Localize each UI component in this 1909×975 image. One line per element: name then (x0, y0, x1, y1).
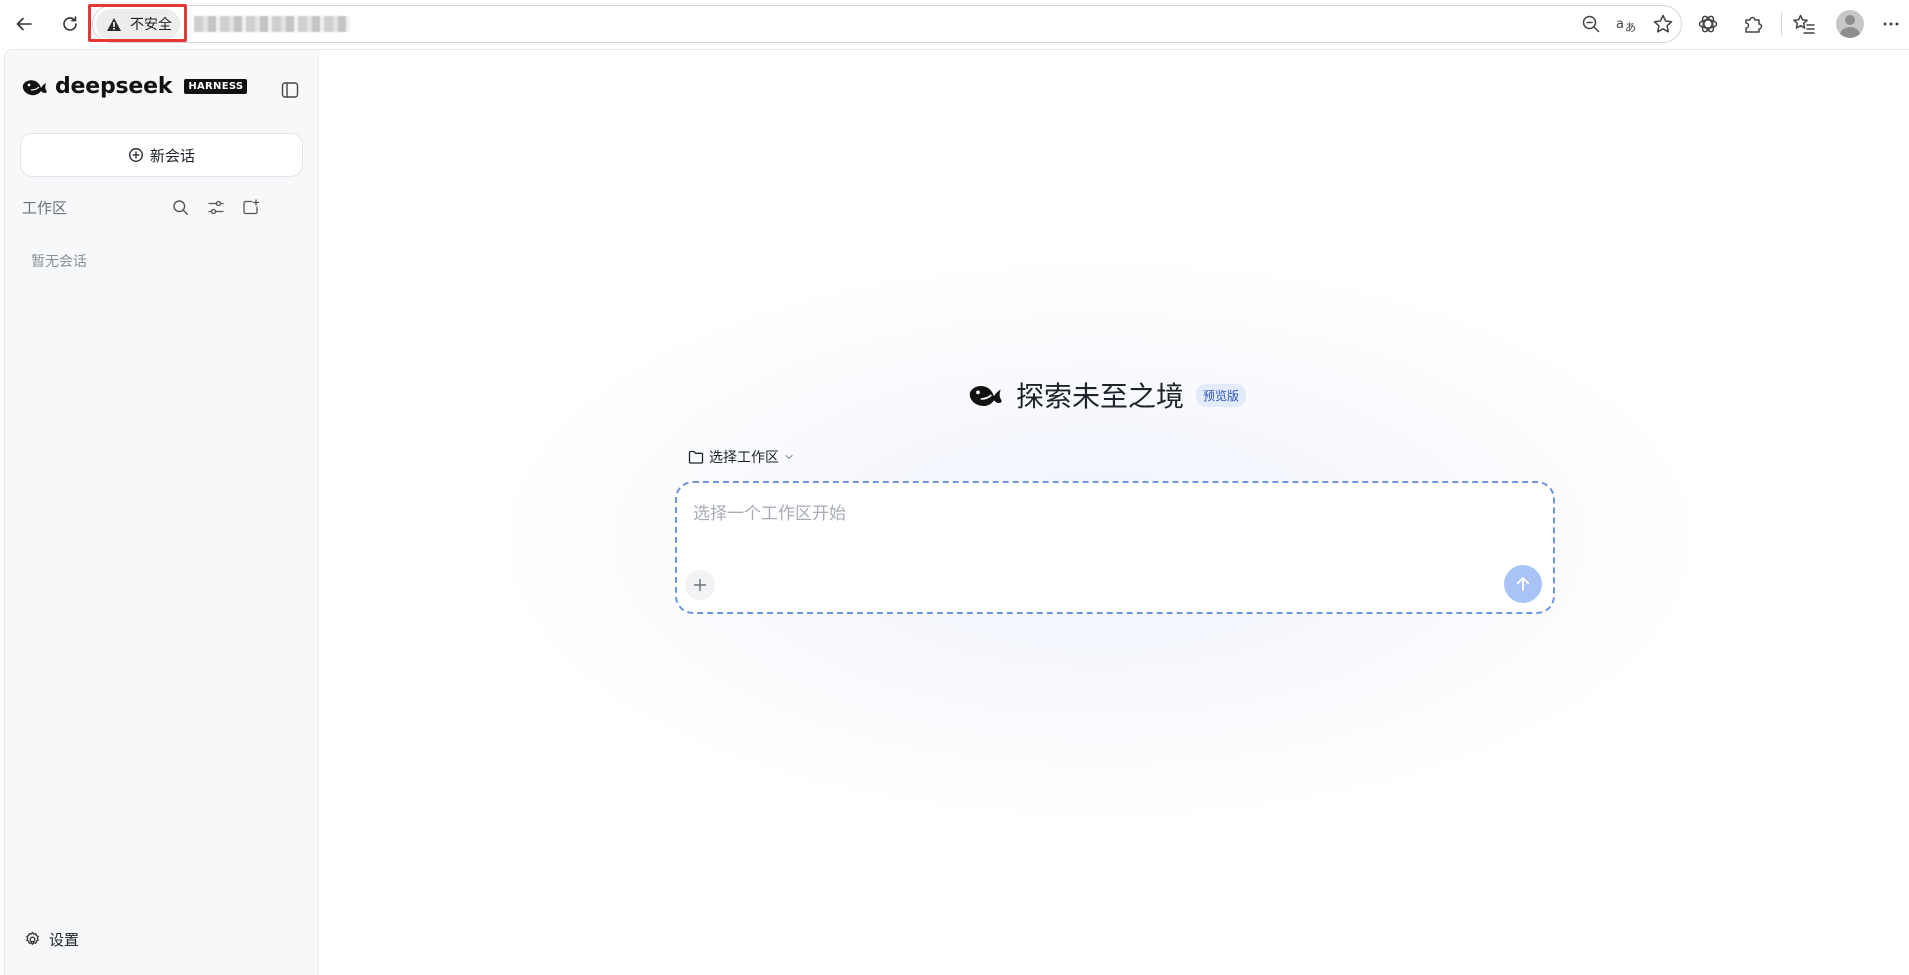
star-icon (1653, 14, 1673, 33)
toolbar-divider (1781, 12, 1782, 36)
arrow-up-icon (1516, 577, 1530, 591)
reload-button[interactable] (55, 9, 85, 39)
filter-button[interactable] (204, 195, 228, 219)
add-workspace-button[interactable] (239, 195, 263, 219)
brand-badge: HARNESS (184, 79, 248, 94)
app-window: deepseek HARNESS 新会话 工作区 暂无会话 设置 探索未至之境 … (4, 49, 1909, 975)
empty-sessions-text: 暂无会话 (31, 254, 87, 270)
settings-label: 设置 (49, 931, 80, 949)
openai-icon (1698, 15, 1718, 33)
message-composer (675, 481, 1555, 614)
hero-heading: 探索未至之境 预览版 (966, 375, 1247, 415)
zoom-button[interactable] (1578, 11, 1604, 37)
brand-name: deepseek (55, 74, 173, 99)
new-chat-label: 新会话 (149, 146, 195, 165)
favorites-button[interactable] (1789, 9, 1819, 39)
sidebar-panel-icon (281, 82, 299, 98)
ai-assistant-button[interactable] (1693, 9, 1723, 39)
whale-logo-icon (969, 385, 1002, 407)
message-input[interactable] (693, 499, 1533, 529)
send-button[interactable] (1504, 565, 1542, 603)
back-arrow-icon (16, 17, 32, 31)
plus-circle-icon (129, 148, 143, 162)
folder-icon (688, 450, 704, 464)
chevron-down-icon (785, 454, 793, 460)
svg-text:a: a (1616, 17, 1624, 32)
back-button[interactable] (9, 9, 39, 39)
puzzle-icon (1745, 16, 1763, 33)
main-panel: 探索未至之境 预览版 选择工作区 (320, 50, 1909, 975)
svg-text:あ: あ (1625, 21, 1636, 34)
preview-badge: 预览版 (1196, 383, 1247, 407)
workspace-select[interactable]: 选择工作区 (688, 447, 794, 467)
browser-toolbar: 不安全 ██████ ███ ████ aあ (0, 0, 1909, 48)
sliders-icon (208, 200, 224, 214)
folder-plus-icon (243, 198, 260, 214)
search-icon (172, 199, 188, 215)
zoom-out-icon (1582, 15, 1600, 33)
profile-avatar[interactable] (1836, 10, 1864, 38)
more-icon (1883, 22, 1899, 26)
translate-icon: aあ (1616, 17, 1636, 34)
workspace-section-label: 工作区 (22, 199, 68, 217)
reload-icon (63, 16, 77, 31)
url-text[interactable]: ██████ ███ ████ (194, 16, 350, 32)
gear-icon (26, 931, 39, 945)
workspace-select-label: 选择工作区 (709, 450, 779, 466)
plus-icon (693, 578, 707, 592)
security-highlight-box (88, 4, 187, 42)
settings-button[interactable]: 设置 (24, 929, 79, 950)
more-menu-button[interactable] (1876, 9, 1906, 39)
attach-button[interactable] (685, 570, 715, 600)
extensions-button[interactable] (1738, 9, 1768, 39)
hero-title: 探索未至之境 (1016, 380, 1185, 413)
collapse-sidebar-button[interactable] (279, 79, 301, 101)
favorites-list-icon (1793, 14, 1815, 34)
new-chat-button[interactable]: 新会话 (20, 133, 303, 177)
search-sessions-button[interactable] (168, 195, 192, 219)
favorite-button[interactable] (1650, 11, 1676, 37)
brand-logo[interactable]: deepseek HARNESS (21, 74, 248, 99)
translate-button[interactable]: aあ (1614, 11, 1640, 37)
whale-logo-icon (22, 79, 47, 95)
sidebar: deepseek HARNESS 新会话 工作区 暂无会话 设置 (5, 50, 319, 975)
